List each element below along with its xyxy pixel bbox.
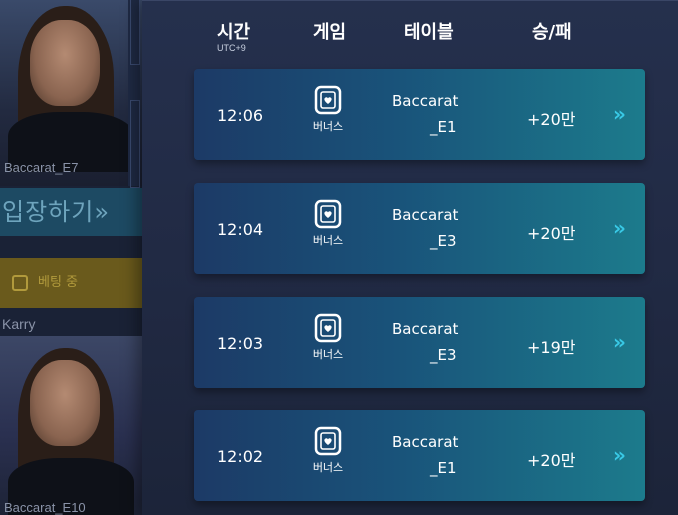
heart-card-icon bbox=[314, 85, 342, 115]
row-result: +20만 bbox=[527, 224, 576, 243]
history-row[interactable]: 12:03 버너스 Baccarat _E3 +19만 » bbox=[194, 297, 645, 388]
table-name-line2: _E3 bbox=[430, 232, 457, 250]
header-game: 게임 bbox=[313, 22, 347, 43]
dealer-card-top[interactable]: Baccarat_E7 bbox=[0, 0, 142, 186]
game-label: 버너스 bbox=[312, 234, 344, 247]
row-time: 12:06 bbox=[217, 106, 264, 125]
game-label: 버너스 bbox=[312, 348, 344, 361]
betting-status-bar: 베팅 중 bbox=[0, 258, 142, 308]
history-row[interactable]: 12:04 버너스 Baccarat _E3 +20만 » bbox=[194, 183, 645, 274]
heart-card-icon bbox=[314, 426, 342, 456]
lobby-background: Baccarat_E7 입장하기» 베팅 중 Karry Baccarat_E1… bbox=[0, 0, 150, 515]
row-game: 버너스 bbox=[308, 313, 348, 373]
table-name-line2: _E3 bbox=[430, 346, 457, 364]
dealer-side-strip bbox=[128, 0, 140, 188]
row-result: +19만 bbox=[527, 338, 576, 357]
game-label: 버너스 bbox=[312, 120, 344, 133]
double-chevron-right-icon[interactable]: » bbox=[613, 443, 626, 467]
betting-label: 베팅 중 bbox=[38, 275, 79, 290]
dealer-face bbox=[30, 360, 100, 446]
heart-card-icon bbox=[314, 199, 342, 229]
table-name-line2: _E1 bbox=[430, 118, 457, 136]
double-chevron-right-icon[interactable]: » bbox=[613, 102, 626, 126]
table-name-line1: Baccarat bbox=[392, 433, 459, 451]
row-game: 버너스 bbox=[308, 199, 348, 259]
row-game: 버너스 bbox=[308, 426, 348, 486]
row-table: Baccarat _E3 bbox=[392, 202, 502, 254]
row-table: Baccarat _E1 bbox=[392, 429, 502, 481]
header-table: 테이블 bbox=[404, 22, 454, 43]
history-row[interactable]: 12:06 버너스 Baccarat _E1 +20만 » bbox=[194, 69, 645, 160]
dealer-card-bottom[interactable]: Baccarat_E10 bbox=[0, 336, 142, 515]
betting-icon bbox=[12, 274, 28, 291]
header-time: 시간 bbox=[217, 22, 251, 43]
double-chevron-right-icon[interactable]: » bbox=[613, 216, 626, 240]
header-time-zone: UTC+9 bbox=[217, 43, 246, 53]
game-label: 버너스 bbox=[312, 461, 344, 474]
panel-divider bbox=[142, 0, 678, 1]
row-game: 버너스 bbox=[308, 85, 348, 145]
double-chevron-right-icon[interactable]: » bbox=[613, 330, 626, 354]
row-time: 12:03 bbox=[217, 334, 264, 353]
history-row[interactable]: 12:02 버너스 Baccarat _E1 +20만 » bbox=[194, 410, 645, 501]
table-name-line2: _E1 bbox=[430, 459, 457, 477]
header-result: 승/패 bbox=[532, 22, 572, 43]
row-table: Baccarat _E3 bbox=[392, 316, 502, 368]
dealer-table-name: Baccarat_E7 bbox=[4, 160, 79, 175]
row-table: Baccarat _E1 bbox=[392, 88, 502, 140]
dealer-table-name: Baccarat_E10 bbox=[4, 500, 86, 515]
enter-table-button[interactable]: 입장하기» bbox=[0, 188, 142, 236]
row-time: 12:04 bbox=[217, 220, 264, 239]
table-name-line1: Baccarat bbox=[392, 206, 459, 224]
host-name: Karry bbox=[2, 316, 36, 332]
row-result: +20만 bbox=[527, 451, 576, 470]
heart-card-icon bbox=[314, 313, 342, 343]
table-name-line1: Baccarat bbox=[392, 320, 459, 338]
dealer-face bbox=[30, 20, 100, 106]
table-name-line1: Baccarat bbox=[392, 92, 459, 110]
row-time: 12:02 bbox=[217, 447, 264, 466]
row-result: +20만 bbox=[527, 110, 576, 129]
